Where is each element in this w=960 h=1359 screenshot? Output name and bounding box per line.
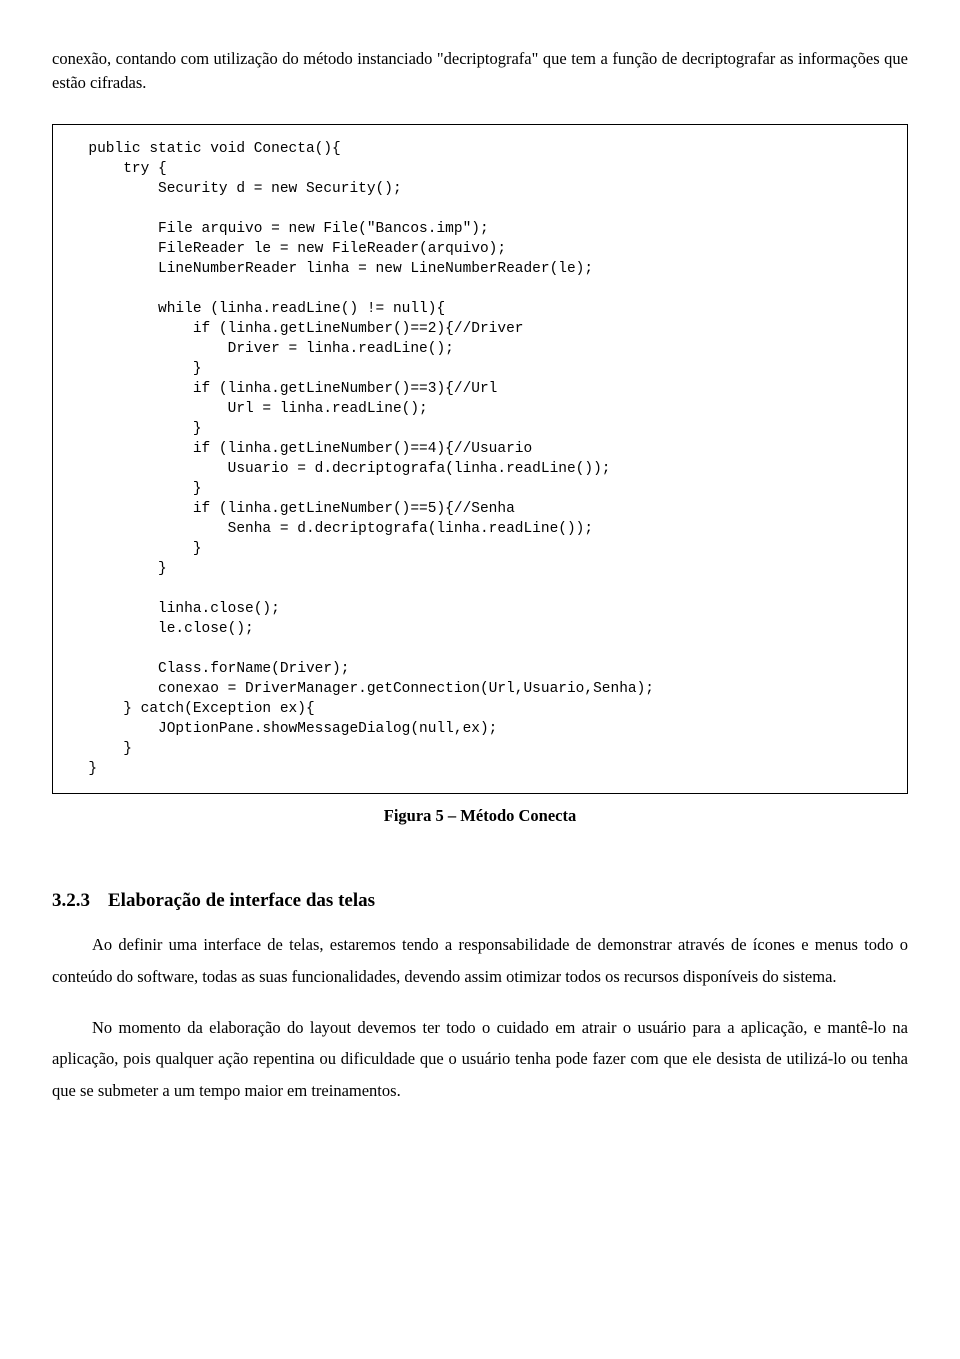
code-listing: public static void Conecta(){ try { Secu… [52,124,908,794]
body-paragraph-1: Ao definir uma interface de telas, estar… [52,929,908,992]
section-title: Elaboração de interface das telas [108,890,375,911]
figure-caption: Figura 5 – Método Conecta [52,804,908,829]
section-number: 3.2.3 [52,887,90,916]
body-paragraph-2: No momento da elaboração do layout devem… [52,1012,908,1106]
intro-paragraph: conexão, contando com utilização do méto… [52,47,908,97]
section-heading: 3.2.3 Elaboração de interface das telas [52,887,908,916]
